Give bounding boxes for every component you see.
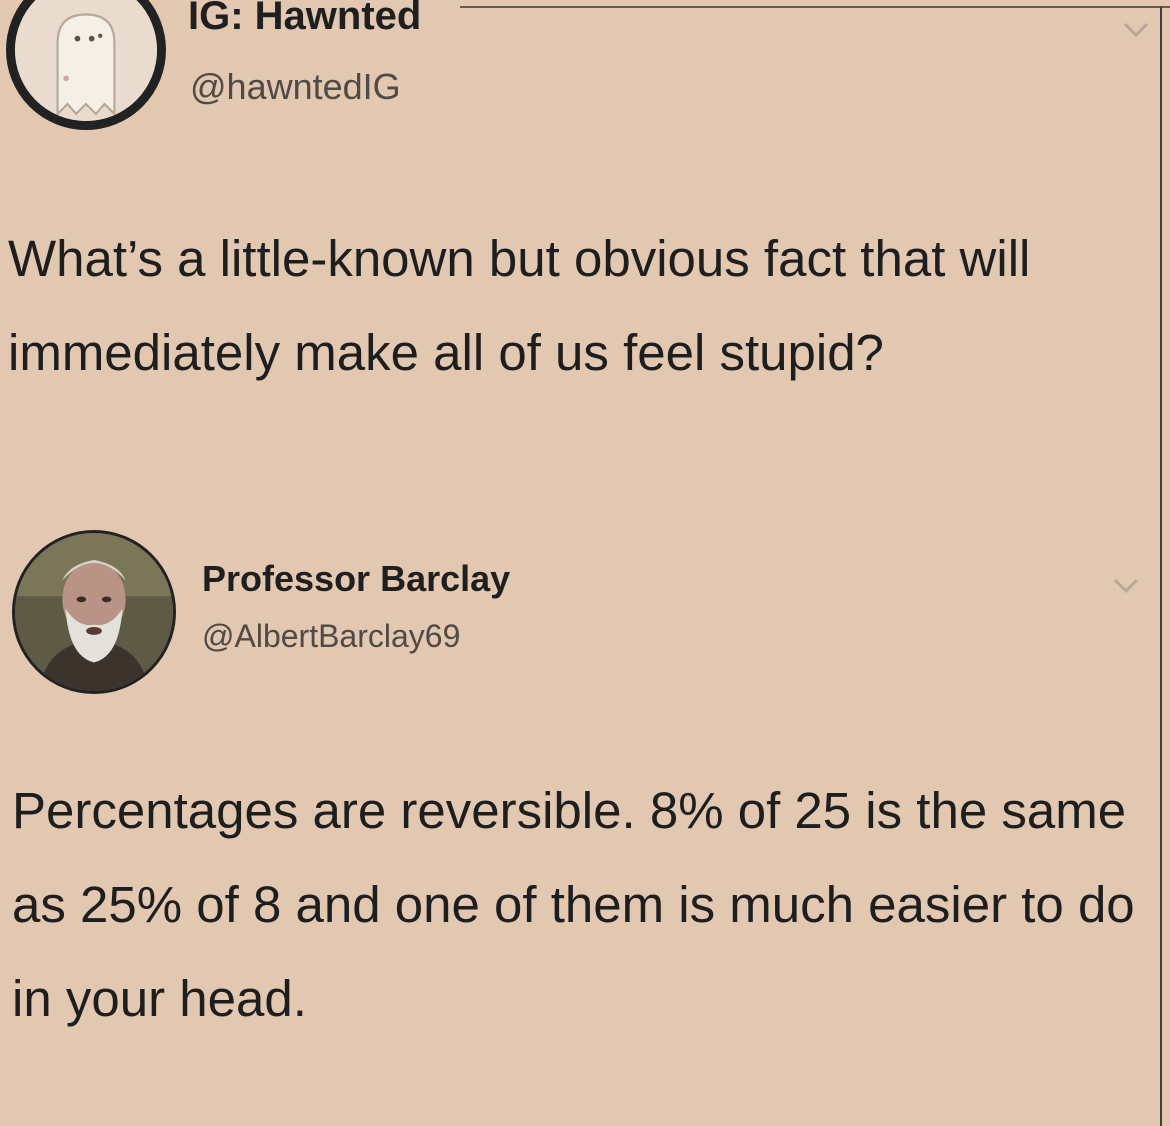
avatar[interactable] bbox=[12, 530, 176, 694]
ghost-icon bbox=[15, 0, 157, 121]
profile-photo bbox=[15, 533, 173, 691]
tweet-text: Percentages are reversible. 8% of 25 is … bbox=[12, 782, 1135, 1027]
avatar[interactable] bbox=[6, 0, 166, 130]
user-handle[interactable]: @hawntedIG bbox=[190, 66, 401, 108]
display-name[interactable]: Professor Barclay bbox=[202, 558, 510, 600]
tweet-text: What’s a little-known but obvious fact t… bbox=[8, 230, 1031, 381]
chevron-down-icon[interactable] bbox=[1112, 576, 1140, 596]
chevron-down-icon[interactable] bbox=[1122, 20, 1150, 40]
user-handle[interactable]: @AlbertBarclay69 bbox=[202, 618, 460, 655]
display-name[interactable]: IG: Hawnted bbox=[188, 0, 421, 39]
divider-line bbox=[460, 6, 1170, 8]
